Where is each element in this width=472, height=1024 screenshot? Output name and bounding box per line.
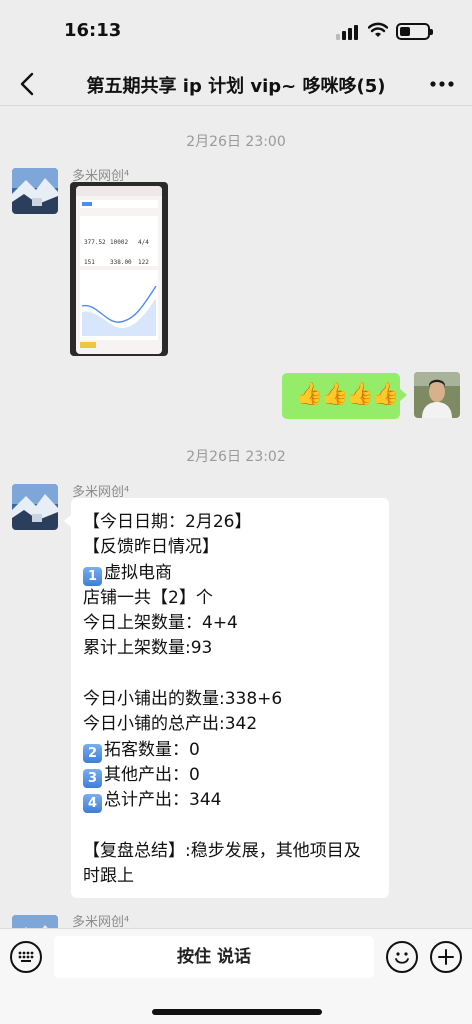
report-line-text: 拓客数量：0 <box>104 739 200 760</box>
report-line-text: 总计产出：344 <box>104 790 222 811</box>
photo-stat-value: 377.52 <box>84 239 106 246</box>
sender-avatar[interactable] <box>12 915 58 928</box>
status-bar: 16:13 <box>0 0 472 62</box>
report-line: 今日小铺出的数量:338+6 <box>83 689 283 710</box>
hold-to-talk-button[interactable]: 按住 说话 <box>54 936 374 978</box>
emoji-icon[interactable] <box>386 941 418 973</box>
photo-stat-value: 4/4 <box>138 239 149 246</box>
keycap-3-icon: 3 <box>83 768 102 788</box>
report-line-item-3: 3 其他产出：0 <box>83 763 377 788</box>
report-line: 今日上架数量：4+4 <box>83 613 238 634</box>
report-line-item-4: 4 总计产出：344 <box>83 788 377 814</box>
back-arrow-icon[interactable] <box>12 68 44 100</box>
keycap-1-icon: 1 <box>83 566 102 586</box>
add-more-icon[interactable] <box>430 941 462 973</box>
report-line: 今日小铺的总产出:342 <box>83 714 258 735</box>
signal-icon <box>336 24 358 40</box>
sender-avatar[interactable] <box>12 484 58 530</box>
report-line: 【复盘总结】:稳步发展，其他项目及 <box>83 840 361 861</box>
status-time: 16:13 <box>64 20 122 41</box>
report-line: 累计上架数量:93 <box>83 638 213 659</box>
report-line-text: 虚拟电商 <box>104 562 172 583</box>
wifi-icon <box>368 22 388 37</box>
keycap-2-icon: 2 <box>83 743 102 763</box>
report-line: 【反馈昨日情况】 <box>83 537 219 558</box>
report-line-text: 其他产出：0 <box>104 764 200 785</box>
message-timestamp: 2月26日 23:00 <box>186 134 286 150</box>
more-options-icon[interactable] <box>428 72 456 96</box>
report-line-item-1: 1 虚拟电商 <box>83 561 377 586</box>
photo-stat-value: 10002 <box>110 239 129 246</box>
photo-stat-value: 122 <box>138 259 149 266</box>
report-line: 【今日日期：2月26】 <box>83 512 252 532</box>
my-message-bubble[interactable]: 👍👍👍👍 <box>282 373 407 419</box>
chat-title: 第五期共享 ip 计划 vip~ 哆咪哆(5) <box>86 76 386 97</box>
report-line-item-2: 2 拓客数量：0 <box>83 738 377 763</box>
keyboard-icon[interactable] <box>10 941 42 973</box>
report-line-blank <box>83 662 377 687</box>
photo-stat-value: 338.00 <box>110 259 132 266</box>
home-indicator[interactable] <box>152 1009 322 1015</box>
battery-icon <box>396 23 433 40</box>
message-timestamp: 2月26日 23:02 <box>186 449 286 465</box>
report-line: 时跟上 <box>83 866 134 887</box>
sender-avatar[interactable] <box>12 168 58 214</box>
report-line-blank <box>83 814 377 839</box>
report-message-bubble[interactable]: 【今日日期：2月26】 【反馈昨日情况】 1 虚拟电商 店铺一共【2】个 今日上架… <box>64 498 389 898</box>
photo-screenshot-content: 377.52 10002 4/4 151 338.00 122 <box>76 186 162 354</box>
my-avatar[interactable] <box>414 372 460 418</box>
photo-message[interactable]: 377.52 10002 4/4 151 338.00 122 <box>70 182 168 356</box>
chat-header: 第五期共享 ip 计划 vip~ 哆咪哆(5) <box>0 62 472 106</box>
keycap-4-icon: 4 <box>83 794 102 814</box>
report-line: 店铺一共【2】个 <box>83 587 213 608</box>
photo-stat-value: 151 <box>84 259 95 266</box>
